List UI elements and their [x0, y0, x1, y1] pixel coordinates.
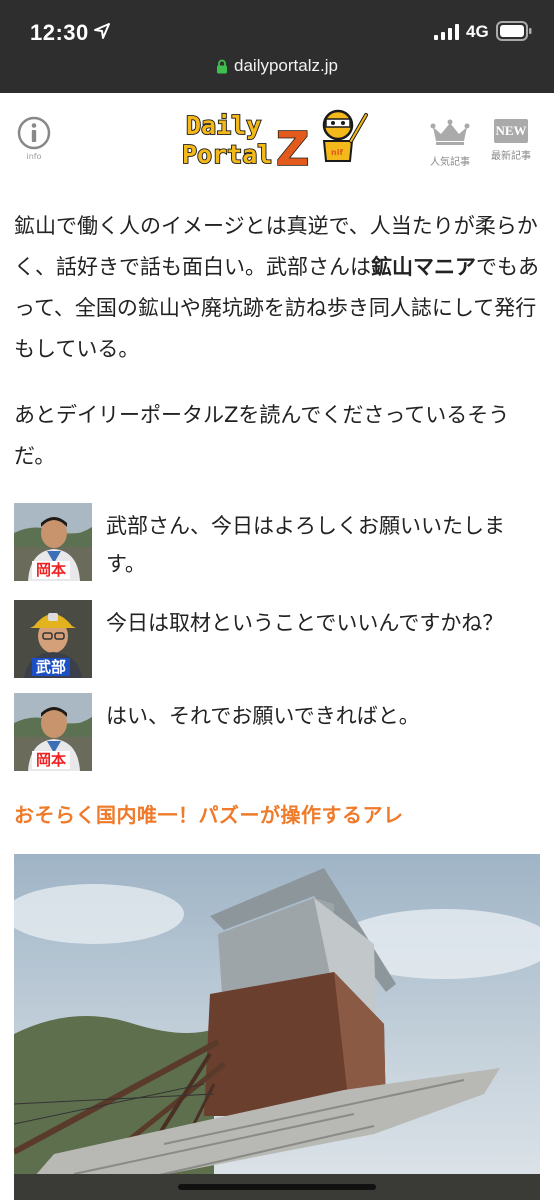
url-bar[interactable]: dailyportalz.jp — [0, 56, 554, 86]
crown-icon — [430, 119, 470, 145]
article-paragraph: あとデイリーポータルZを読んでくださっているそうだ。 — [14, 403, 510, 468]
dialogue-row: 岡本 はい、それでお願いできればと。 — [14, 693, 540, 773]
status-time: 12:30 — [30, 20, 89, 45]
url-text: dailyportalz.jp — [234, 56, 338, 75]
info-icon — [17, 116, 51, 150]
speaker-name: 武部 — [32, 658, 71, 676]
dialogue-text: はい、それでお願いできればと。 — [106, 704, 420, 728]
emphasis-text: 鉱山マニア — [371, 255, 476, 279]
site-header: info Daily Portal Z nif 人気記事 NEW 最新記事 — [0, 93, 554, 183]
logo-mascot: nif — [322, 109, 368, 162]
dialogue-text: 今日は取材ということでいいんですかね？ — [106, 611, 504, 635]
location-arrow-icon — [94, 23, 110, 39]
speaker-name: 岡本 — [32, 751, 71, 769]
status-bar: 12:30 4G — [0, 0, 554, 60]
network-type: 4G — [466, 22, 489, 41]
logo-portal: Portal — [182, 140, 272, 169]
mine-headframe-photo — [14, 854, 540, 1200]
battery-icon — [496, 21, 532, 41]
site-logo[interactable]: Daily Portal Z nif — [180, 105, 376, 169]
ranking-label: 人気記事 — [430, 157, 470, 168]
dialogue-row: 岡本 武部さん、今日はよろしくお願いいたします。 — [14, 503, 540, 583]
article-paragraph: 鉱山で働く人のイメージとは真逆で、人当たりが柔らかく、話好きで話も面白い。武部さ… — [14, 214, 539, 361]
avatar: 岡本 — [14, 693, 92, 771]
logo-z: Z — [276, 122, 309, 169]
lock-icon — [217, 59, 228, 73]
section-heading: おそらく国内唯一！パズーが操作するアレ — [14, 803, 404, 827]
logo-daily: Daily — [186, 111, 261, 140]
browser-chrome: 12:30 4G dailyportalz.jp — [0, 0, 554, 93]
new-articles-button[interactable]: NEW 最新記事 — [488, 119, 534, 163]
new-label: 最新記事 — [491, 151, 531, 162]
dialogue-row: 武部 今日は取材ということでいいんですかね？ — [14, 600, 540, 680]
ranking-button[interactable]: 人気記事 — [428, 119, 472, 168]
avatar: 武部 — [14, 600, 92, 678]
dialogue-text: 武部さん、今日はよろしくお願いいたします。 — [106, 514, 505, 576]
cell-signal-icon — [434, 24, 459, 40]
new-badge: NEW — [494, 119, 528, 143]
info-button[interactable]: info — [14, 115, 54, 163]
speaker-name: 岡本 — [32, 561, 71, 579]
svg-text:nif: nif — [331, 148, 343, 157]
info-label: info — [26, 152, 42, 161]
avatar: 岡本 — [14, 503, 92, 581]
article-photo[interactable] — [14, 854, 540, 1200]
home-indicator[interactable] — [178, 1184, 376, 1190]
